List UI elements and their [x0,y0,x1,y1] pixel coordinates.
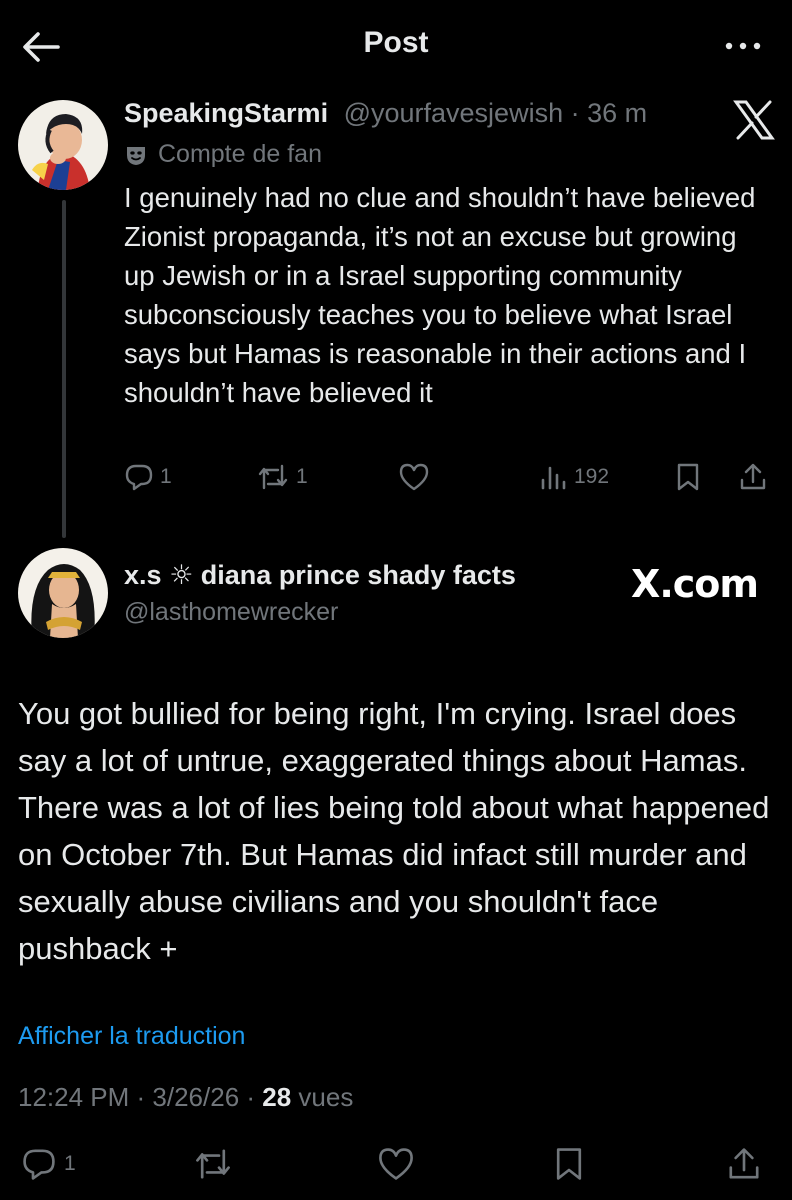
tweet1-text: I genuinely had no clue and shouldn’t ha… [124,182,756,408]
tweet1-header: SpeakingStarmi @yourfavesjewish · 36 m [124,98,647,129]
tweet1-time[interactable]: 36 m [587,98,647,128]
fan-account-label: Compte de fan [124,140,322,169]
tweet1-display-name[interactable]: SpeakingStarmi [124,98,328,128]
tweet2-handle[interactable]: @lasthomewrecker [124,598,338,627]
bookmark-icon [556,1148,582,1180]
repost-icon [196,1149,230,1179]
tweet2-text: You got bullied for being right, I'm cry… [18,696,770,966]
tweet1-actions: 1 1 192 [124,462,774,502]
tweet2-name-part-a: x.s [124,560,162,590]
tweet2-date: 3/26/26 [152,1082,240,1112]
tweet2-views-label: vues [291,1082,354,1112]
tweet2-views-count[interactable]: 28 [262,1082,291,1112]
reply-icon [23,1149,55,1180]
page-title: Post [363,26,429,59]
share-icon [740,463,766,490]
more-button[interactable] [720,28,766,64]
tweet1-share-button[interactable] [738,462,768,492]
tweet1-views-count: 192 [574,465,610,488]
tweet1-reply-button[interactable]: 1 [124,462,172,492]
share-icon [729,1148,759,1179]
avatar-speakingstarmi[interactable] [18,100,108,190]
tweet2-time: 12:24 PM [18,1082,130,1112]
meta-separator-2: · [239,1082,263,1112]
tweet1-reply-count: 1 [160,465,172,488]
bookmark-icon [677,463,699,491]
tweet2-bookmark-button[interactable] [552,1146,586,1182]
reply-icon [125,464,153,491]
tweet2-repost-button[interactable] [192,1146,234,1182]
tweet2-display-name[interactable]: x.s ☼ diana prince shady facts [124,560,516,591]
fan-label-text: Compte de fan [158,140,322,168]
tweet1-like-button[interactable] [398,462,430,492]
tweet1-bookmark-button[interactable] [674,462,702,492]
mask-icon [127,146,145,165]
like-icon [399,463,429,491]
tweet2-name-symbol: ☼ [169,560,194,591]
views-icon [541,466,566,490]
tweet1-repost-count: 1 [296,465,308,488]
more-icon [725,42,761,50]
tweet1-handle[interactable]: @yourfavesjewish [344,98,564,128]
tweet1-repost-button[interactable]: 1 [256,462,308,492]
tweet2-reply-button[interactable]: 1 [20,1146,76,1182]
thread-connector [62,200,66,538]
xcom-watermark: X.com [631,562,759,606]
translate-link[interactable]: Afficher la traduction [18,1022,245,1051]
tweet1-views-button[interactable]: 192 [538,462,609,492]
tweet2-meta: 12:24 PM · 3/26/26 · 28 vues [18,1082,353,1113]
repost-icon [258,464,288,490]
tweet2-share-button[interactable] [726,1146,762,1182]
like-icon [379,1148,413,1180]
x-logo-icon [732,100,776,140]
top-bar: Post [0,0,792,90]
tweet2-like-button[interactable] [376,1146,416,1182]
tweet2-name-part-b: diana prince shady facts [200,560,516,590]
avatar-lasthomewrecker[interactable] [18,548,108,638]
tweet2-reply-count: 1 [64,1152,76,1175]
tweet1-separator: · [563,98,588,128]
tweet2-actions: 1 [0,1142,792,1192]
meta-separator-1: · [129,1082,153,1112]
